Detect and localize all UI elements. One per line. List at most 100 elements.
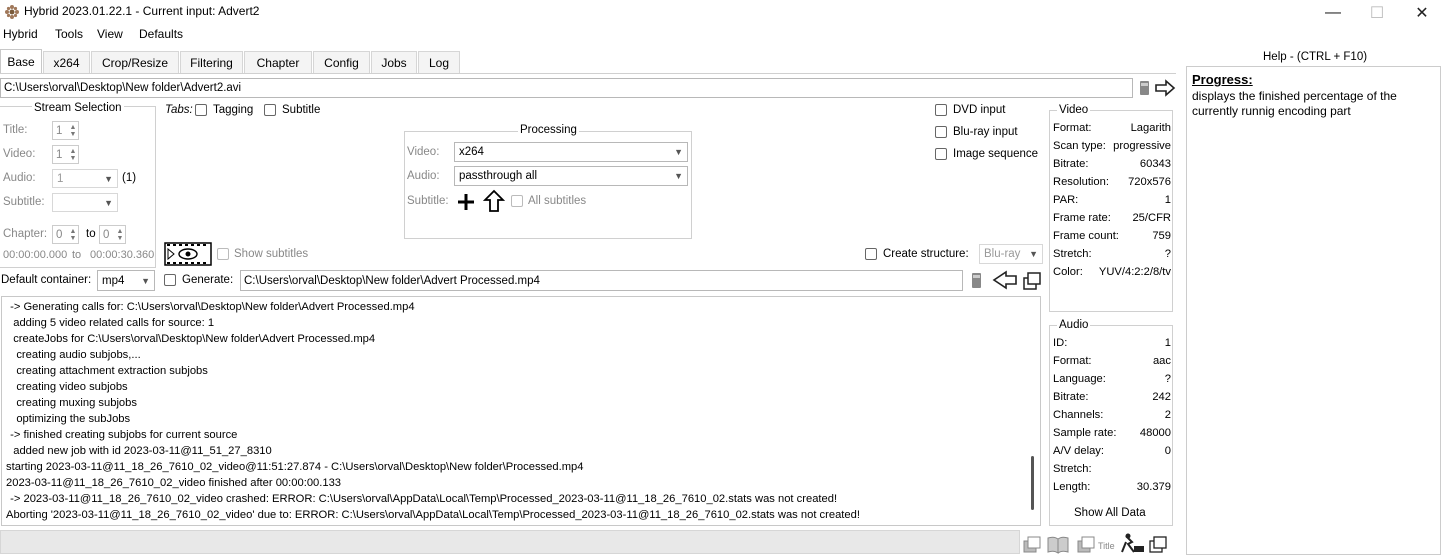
video-info-row: Format: Lagarith	[1053, 122, 1171, 134]
stream-selection-title: Stream Selection	[32, 102, 124, 114]
help-text: displays the finished percentage of the …	[1192, 89, 1397, 118]
processing-audio-label: Audio:	[407, 170, 440, 182]
dvd-input-checkbox[interactable]	[935, 104, 947, 116]
log-line: -> Generating calls for: C:\Users\orval\…	[7, 301, 415, 313]
hybrid-app-icon	[5, 5, 19, 19]
job-actions-icons[interactable]	[1022, 532, 1172, 556]
input-path-field[interactable]: C:\Users\orval\Desktop\New folder\Advert…	[0, 78, 1133, 98]
help-panel-title: Help - (CTRL + F10)	[1263, 51, 1368, 63]
audio-info-row: Sample rate: 48000	[1053, 427, 1171, 439]
video-info-row: Frame rate: 25/CFR	[1053, 212, 1171, 224]
video-encoder-select[interactable]: x264 ▼	[454, 142, 688, 162]
image-sequence-label: Image sequence	[953, 148, 1039, 160]
log-scrollbar[interactable]	[1027, 298, 1039, 524]
output-path-field[interactable]: C:\Users\orval\Desktop\New folder\Advert…	[240, 270, 963, 291]
video-info-group: Video Format: Lagarith Scan type: progress…	[1049, 104, 1173, 312]
move-up-icon[interactable]	[483, 189, 505, 213]
video-info-row: Scan type: progressive	[1053, 140, 1171, 152]
generate-checkbox[interactable]	[164, 274, 176, 286]
audio-stream-select[interactable]: 1 ▼	[52, 169, 118, 188]
subtitle-tab-label: Subtitle	[282, 104, 321, 116]
video-info-row: Frame count: 759	[1053, 230, 1171, 242]
tab-jobs[interactable]: Jobs	[371, 51, 417, 73]
subtitle-stream-select[interactable]: ▼	[52, 193, 118, 212]
log-line: adding 5 video related calls for source:…	[7, 317, 215, 329]
video-stream-label: Video:	[3, 148, 36, 160]
minimize-button[interactable]: —	[1310, 0, 1356, 25]
tab-crop-resize[interactable]: Crop/Resize	[91, 51, 179, 73]
menu-hybrid[interactable]: Hybrid	[3, 27, 38, 41]
audio-info-group: Audio ID: 1 Format: aac Language:? Bitrate…	[1049, 319, 1173, 526]
audio-handling-select[interactable]: passthrough all ▼	[454, 166, 688, 186]
generate-label: Generate:	[182, 274, 234, 286]
audio-info-row: A/V delay: 0	[1053, 445, 1171, 457]
tab-config[interactable]: Config	[313, 51, 370, 73]
default-container-select[interactable]: mp4 ▼	[97, 270, 155, 291]
create-structure-label: Create structure:	[883, 248, 969, 260]
time-to-label: to	[72, 249, 82, 261]
tab-log[interactable]: Log	[418, 51, 460, 73]
tab-x264[interactable]: x264	[43, 51, 90, 73]
all-subtitles-checkbox[interactable]	[511, 195, 523, 207]
window-title: Hybrid 2023.01.22.1 - Current input: Adv…	[24, 4, 260, 18]
show-all-data-button[interactable]: Show All Data	[1074, 507, 1146, 519]
subtitle-stream-label: Subtitle:	[3, 196, 45, 208]
create-structure-checkbox[interactable]	[865, 248, 877, 260]
log-line: -> finished creating subjobs for current…	[7, 429, 238, 441]
audio-info-row: Language:?	[1053, 373, 1171, 385]
help-panel: Progress: displays the finished percenta…	[1186, 66, 1441, 555]
audio-info-title: Audio	[1057, 319, 1091, 331]
default-container-label: Default container:	[1, 274, 92, 286]
chapter-to-label: to	[86, 228, 96, 240]
subtitle-tab-checkbox[interactable]	[264, 104, 276, 116]
title-action-label: Title	[1098, 541, 1115, 551]
log-output[interactable]: -> Generating calls for: C:\Users\orval\…	[1, 296, 1041, 526]
processing-title: Processing	[518, 124, 579, 136]
output-actions-icons[interactable]	[970, 269, 1042, 293]
audio-info-row: Channels: 2	[1053, 409, 1171, 421]
tab-panel-border	[0, 73, 1176, 74]
title-label: Title:	[3, 124, 28, 136]
bluray-input-checkbox[interactable]	[935, 126, 947, 138]
create-structure-select[interactable]: Blu-ray ▼	[979, 244, 1043, 264]
time-to: 00:00:30.360	[90, 249, 155, 261]
audio-info-row: Length: 30.379	[1053, 481, 1171, 493]
time-from: 00:00:00.000	[3, 249, 68, 261]
menu-defaults[interactable]: Defaults	[139, 27, 183, 41]
open-input-icon[interactable]	[1138, 78, 1178, 98]
chapter-to-spinner[interactable]: 0 ▲ ▼	[99, 225, 126, 244]
audio-stream-count: (1)	[122, 172, 137, 184]
log-line: added new job with id 2023-03-11@11_51_2…	[7, 445, 272, 457]
tagging-checkbox[interactable]	[195, 104, 207, 116]
maximize-button[interactable]: ☐	[1354, 0, 1400, 25]
tab-base[interactable]: Base	[0, 49, 42, 73]
chapter-label: Chapter:	[3, 228, 48, 240]
video-stream-spinner[interactable]: 1 ▲ ▼	[52, 145, 79, 164]
title-spinner[interactable]: 1 ▲ ▼	[52, 121, 79, 140]
log-line: creating video subjobs	[7, 381, 128, 393]
video-info-row: Color: YUV/4:2:2/8/tv	[1053, 266, 1171, 278]
log-line: creating muxing subjobs	[7, 397, 137, 409]
image-sequence-checkbox[interactable]	[935, 148, 947, 160]
help-heading: Progress:	[1192, 72, 1253, 87]
preview-film-icon[interactable]	[164, 242, 212, 266]
tab-filtering[interactable]: Filtering	[180, 51, 243, 73]
audio-info-row: ID: 1	[1053, 337, 1171, 349]
log-line: creating attachment extraction subjobs	[7, 365, 208, 377]
add-subtitle-icon[interactable]	[456, 192, 476, 212]
video-info-row: Stretch:?	[1053, 248, 1171, 260]
tabs-options-label: Tabs:	[165, 104, 193, 116]
audio-stream-label: Audio:	[3, 172, 36, 184]
show-subtitles-checkbox[interactable]	[217, 248, 229, 260]
title-bar: Hybrid 2023.01.22.1 - Current input: Adv…	[0, 0, 1445, 25]
menu-view[interactable]: View	[97, 27, 123, 41]
processing-video-label: Video:	[407, 146, 440, 158]
tab-chapter[interactable]: Chapter	[244, 51, 312, 73]
processing-subtitle-label: Subtitle:	[407, 195, 449, 207]
video-info-row: PAR: 1	[1053, 194, 1171, 206]
chapter-from-spinner[interactable]: 0 ▲ ▼	[52, 225, 79, 244]
log-line: creating audio subjobs,...	[7, 349, 141, 361]
menu-tools[interactable]: Tools	[55, 27, 83, 41]
close-button[interactable]: ✕	[1399, 0, 1445, 25]
log-scrollbar-thumb[interactable]	[1031, 456, 1034, 510]
